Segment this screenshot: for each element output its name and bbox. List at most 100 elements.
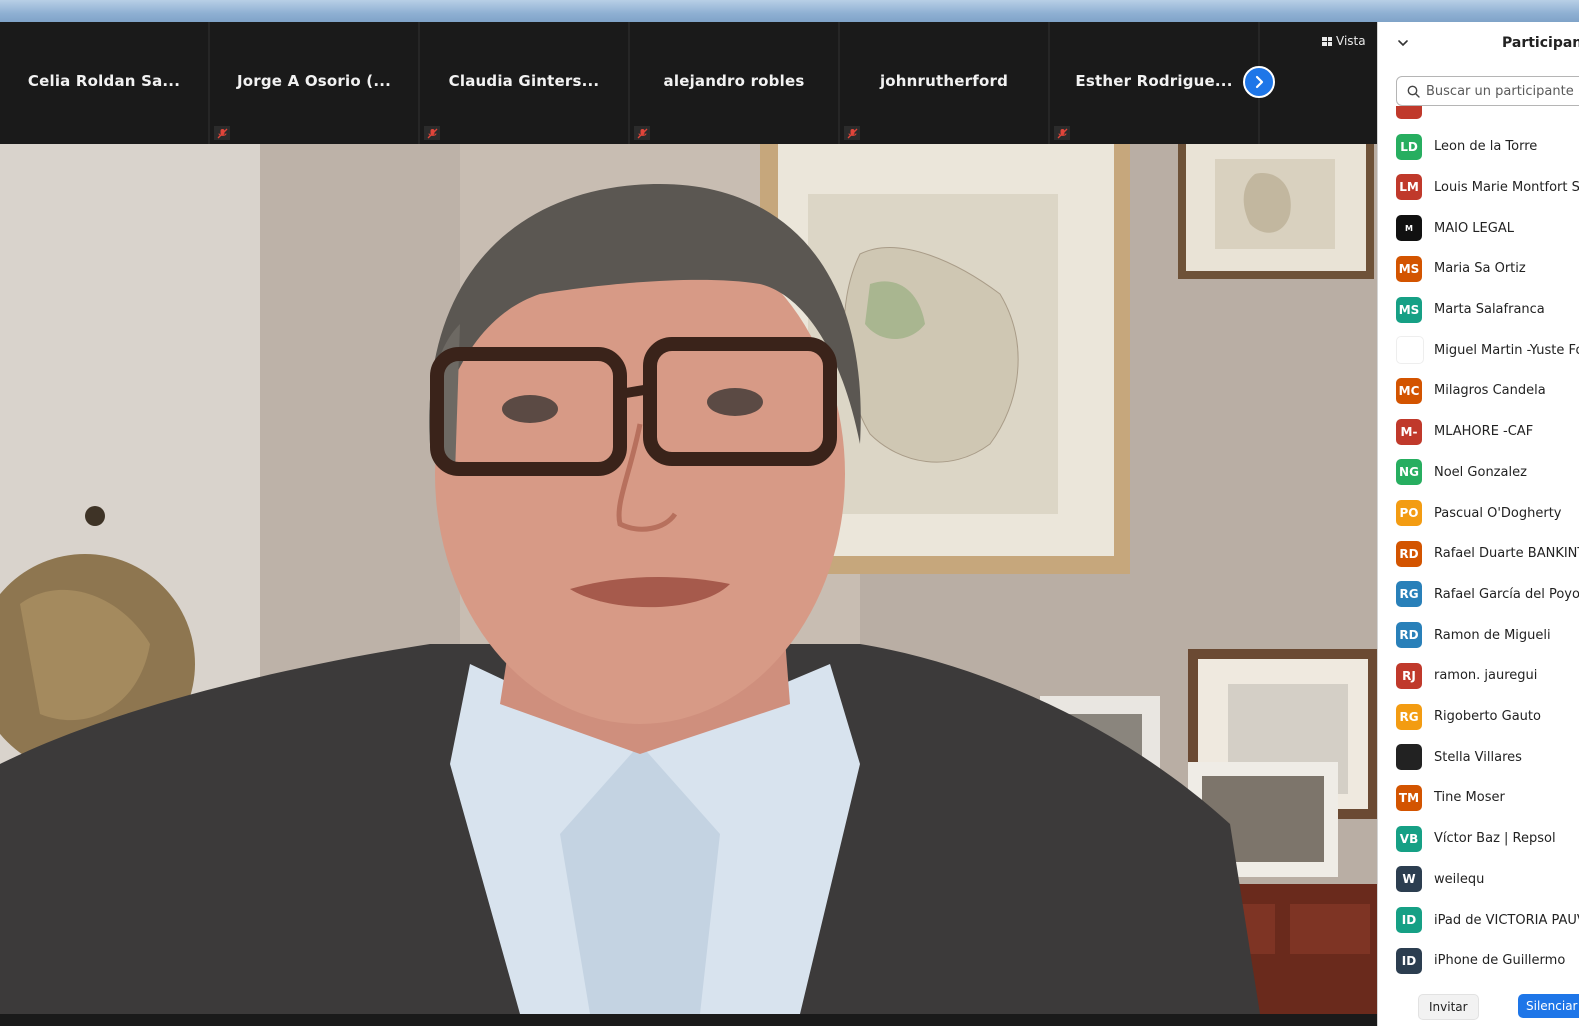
speaker-video-frame bbox=[0, 144, 1377, 1014]
participant-row[interactable]: M- MLAHORE -CAF bbox=[1378, 412, 1579, 452]
participant-name: MLAHORE -CAF bbox=[1434, 424, 1534, 440]
participant-row[interactable]: LD Leon de la Torre bbox=[1378, 127, 1579, 167]
window-top-strip bbox=[0, 0, 1579, 22]
participant-avatar bbox=[1396, 336, 1424, 365]
participant-avatar: RG bbox=[1396, 581, 1422, 608]
active-speaker-video bbox=[0, 144, 1377, 1014]
participant-row[interactable]: RJ ramon. jauregui bbox=[1378, 656, 1579, 696]
participant-tile-name: Jorge A Osorio (... bbox=[236, 72, 392, 90]
participant-tile-name: johnrutherford bbox=[879, 72, 1009, 90]
participant-name: Rafael Duarte BANKINT bbox=[1434, 546, 1579, 562]
participant-tile-name: Claudia Ginters... bbox=[448, 72, 600, 90]
grid-icon bbox=[1322, 36, 1332, 46]
participant-avatar: MS bbox=[1396, 296, 1422, 323]
participant-avatar: NG bbox=[1396, 459, 1422, 486]
participant-row[interactable]: LM Louis Marie Montfort S bbox=[1378, 167, 1579, 207]
view-label: Vista bbox=[1336, 34, 1366, 48]
participant-name: Milagros Candela bbox=[1434, 383, 1546, 399]
muted-mic-icon bbox=[424, 126, 440, 140]
meeting-area: Celia Roldan Sa... Jorge A Osorio (... Cla… bbox=[0, 22, 1377, 1026]
participant-tile-name: Esther Rodrigue... bbox=[1075, 72, 1233, 90]
participant-avatar: ID bbox=[1396, 907, 1422, 933]
participant-name: Rigoberto Gauto bbox=[1434, 709, 1541, 724]
participant-avatar: PO bbox=[1396, 500, 1422, 526]
participant-name: weilequ bbox=[1434, 871, 1485, 887]
participant-avatar: LM bbox=[1396, 174, 1422, 201]
muted-mic-icon bbox=[214, 126, 230, 140]
participant-name: Maria Sa Ortiz bbox=[1434, 261, 1526, 277]
view-button[interactable]: Vista bbox=[1322, 34, 1366, 48]
participant-avatar: M bbox=[1396, 215, 1422, 242]
participant-name: Víctor Baz | Repsol bbox=[1434, 831, 1556, 847]
participant-row[interactable]: NG Noel Gonzalez bbox=[1378, 452, 1579, 492]
panel-footer: Invitar Silenciar bbox=[1378, 992, 1579, 1026]
participant-search[interactable] bbox=[1396, 76, 1579, 106]
participant-avatar: ID bbox=[1396, 947, 1422, 974]
participant-row[interactable]: MS Maria Sa Ortiz bbox=[1378, 249, 1579, 289]
participant-row[interactable]: RD Ramon de Migueli bbox=[1378, 615, 1579, 655]
participant-row[interactable]: PO Pascual O'Dogherty bbox=[1378, 493, 1579, 533]
participant-avatar: M- bbox=[1396, 418, 1422, 445]
participant-row[interactable]: ID iPad de VICTORIA PAUV bbox=[1378, 900, 1579, 940]
chevron-right-icon bbox=[1255, 75, 1264, 89]
participant-name: Tine Moser bbox=[1434, 790, 1505, 806]
participant-name: iPad de VICTORIA PAUV bbox=[1434, 912, 1579, 928]
muted-mic-icon bbox=[1054, 126, 1070, 140]
participant-name: Marta Salafranca bbox=[1434, 302, 1545, 317]
participant-row[interactable]: Stella Villares bbox=[1378, 737, 1579, 777]
participant-name: Louis Marie Montfort S bbox=[1434, 179, 1579, 195]
participant-row[interactable]: RG Rafael García del Poyo bbox=[1378, 574, 1579, 614]
participant-row[interactable]: M MAIO LEGAL bbox=[1378, 208, 1579, 248]
participant-avatar: MC bbox=[1396, 377, 1422, 404]
participant-row[interactable]: MC Milagros Candela bbox=[1378, 371, 1579, 411]
muted-mic-icon bbox=[844, 126, 860, 140]
muted-mic-icon bbox=[634, 126, 650, 140]
participant-avatar: LD bbox=[1396, 133, 1422, 160]
participant-tile[interactable]: alejandro robles bbox=[630, 22, 840, 144]
participant-list: LD Leon de la Torre LM Louis Marie Montfort… bbox=[1378, 106, 1579, 976]
participant-row[interactable]: Miguel Martin -Yuste Fo bbox=[1378, 330, 1579, 370]
meeting-bottom-bar bbox=[0, 1014, 1377, 1026]
participant-row[interactable]: MS Marta Salafranca bbox=[1378, 290, 1579, 330]
chevron-down-icon[interactable] bbox=[1396, 36, 1410, 50]
participant-name: Leon de la Torre bbox=[1434, 139, 1538, 155]
participant-row[interactable]: VB Víctor Baz | Repsol bbox=[1378, 819, 1579, 859]
panel-header: Participant bbox=[1378, 22, 1579, 66]
participant-row[interactable]: Wweilequ bbox=[1378, 859, 1579, 899]
participant-avatar: TM bbox=[1396, 784, 1422, 811]
participant-avatar: RG bbox=[1396, 703, 1422, 730]
participant-tile[interactable]: Celia Roldan Sa... bbox=[0, 22, 210, 144]
participants-panel: Participant LD Leon de la Torre LM Louis Ma… bbox=[1377, 22, 1579, 1026]
mute-all-button[interactable]: Silenciar bbox=[1518, 994, 1579, 1018]
participant-name: Ramon de Migueli bbox=[1434, 627, 1551, 643]
participant-tile[interactable]: Jorge A Osorio (... bbox=[210, 22, 420, 144]
participant-name: iPhone de Guillermo bbox=[1434, 953, 1566, 969]
participant-name: MAIO LEGAL bbox=[1434, 220, 1514, 236]
participant-tile-name: alejandro robles bbox=[663, 72, 805, 90]
participant-name: Stella Villares bbox=[1434, 749, 1522, 765]
participant-row[interactable]: RD Rafael Duarte BANKINT bbox=[1378, 534, 1579, 574]
participant-name: ramon. jauregui bbox=[1434, 668, 1538, 684]
participant-avatar: RD bbox=[1396, 540, 1422, 567]
participant-tile[interactable]: johnrutherford bbox=[840, 22, 1050, 144]
panel-title: Participant bbox=[1502, 35, 1579, 51]
invite-button[interactable]: Invitar bbox=[1418, 994, 1479, 1020]
participant-tile[interactable]: Esther Rodrigue... bbox=[1050, 22, 1260, 144]
participant-row[interactable] bbox=[1378, 106, 1579, 126]
participant-avatar: RD bbox=[1396, 622, 1422, 649]
search-input[interactable] bbox=[1426, 83, 1576, 99]
participant-name: Miguel Martin -Yuste Fo bbox=[1434, 342, 1579, 358]
participant-tile[interactable]: Claudia Ginters... bbox=[420, 22, 630, 144]
participant-avatar bbox=[1396, 106, 1422, 119]
participant-row[interactable]: TM Tine Moser bbox=[1378, 778, 1579, 818]
participant-name: Noel Gonzalez bbox=[1434, 464, 1527, 480]
participant-avatar: W bbox=[1396, 866, 1422, 893]
participant-avatar bbox=[1396, 744, 1422, 771]
participant-row[interactable]: ID iPhone de Guillermo bbox=[1378, 941, 1579, 976]
search-icon bbox=[1407, 85, 1420, 98]
participant-avatar: VB bbox=[1396, 825, 1422, 852]
participant-name: Rafael García del Poyo bbox=[1434, 586, 1579, 602]
participant-avatar: MS bbox=[1396, 255, 1422, 282]
participant-row[interactable]: RG Rigoberto Gauto bbox=[1378, 697, 1579, 737]
next-page-button[interactable] bbox=[1243, 66, 1275, 98]
